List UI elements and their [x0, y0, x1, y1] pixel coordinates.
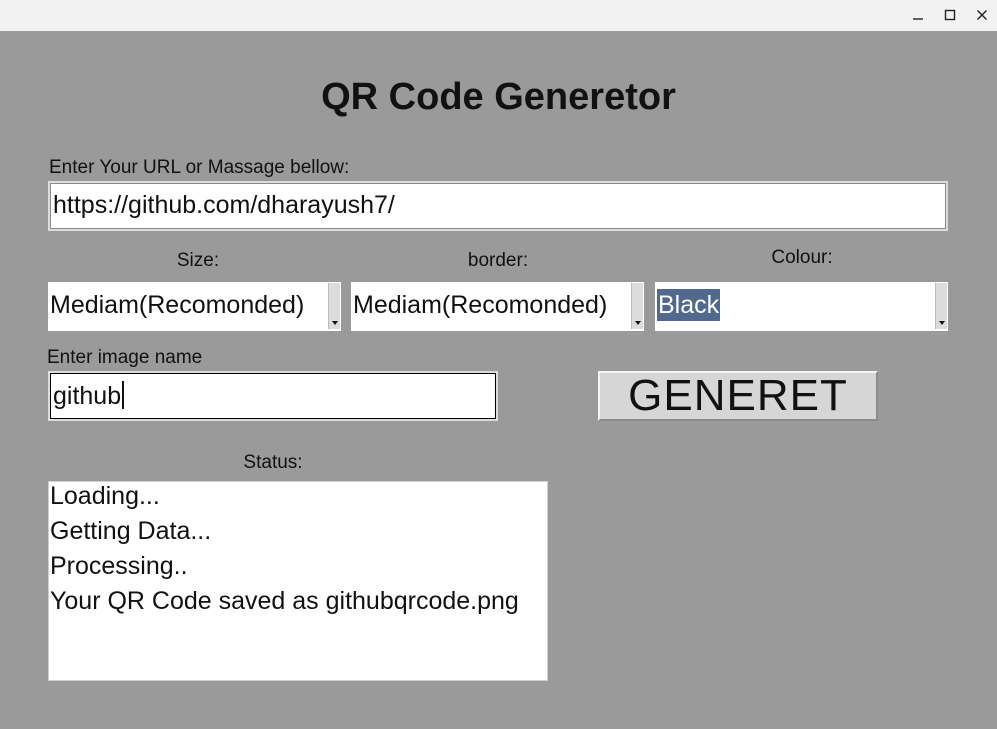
page-title: QR Code Generetor — [321, 76, 676, 118]
chevron-down-icon — [332, 321, 338, 325]
generate-button[interactable]: GENERET — [598, 371, 878, 421]
app-window: QR Code Generetor Enter Your URL or Mass… — [0, 0, 997, 729]
title-bar — [0, 0, 997, 31]
size-label: Size: — [176, 250, 220, 271]
chevron-down-icon — [635, 321, 641, 325]
colour-select-dropdown-button[interactable] — [935, 283, 947, 329]
colour-label: Colour: — [771, 247, 833, 268]
image-name-input[interactable]: github — [48, 371, 498, 421]
border-label: border: — [467, 250, 529, 271]
size-select-dropdown-button[interactable] — [328, 283, 340, 329]
colour-select-value: Black — [657, 289, 721, 321]
maximize-icon[interactable] — [938, 4, 962, 26]
status-line: Processing.. — [50, 552, 188, 580]
url-input[interactable]: https://github.com/dharayush7/ — [48, 181, 948, 231]
text-cursor — [122, 381, 125, 409]
image-name-label: Enter image name — [47, 347, 203, 368]
colour-select[interactable]: Black — [655, 282, 948, 331]
chevron-down-icon — [939, 321, 945, 325]
border-select[interactable]: Mediam(Recomonded) — [351, 282, 644, 331]
status-line: Your QR Code saved as githubqrcode.png — [50, 587, 519, 615]
minimize-icon[interactable] — [906, 4, 930, 26]
size-select[interactable]: Mediam(Recomonded) — [48, 282, 341, 331]
border-select-value: Mediam(Recomonded) — [353, 291, 608, 319]
close-icon[interactable] — [970, 4, 994, 26]
border-select-dropdown-button[interactable] — [631, 283, 643, 329]
url-field-label: Enter Your URL or Massage bellow: — [49, 157, 350, 178]
size-select-value: Mediam(Recomonded) — [50, 291, 305, 319]
status-line: Getting Data... — [50, 517, 212, 545]
status-output[interactable]: Loading... Getting Data... Processing.. … — [48, 481, 548, 681]
status-label: Status: — [243, 452, 303, 473]
image-name-input-value: github — [53, 382, 122, 410]
status-line: Loading... — [50, 482, 160, 510]
url-input-value: https://github.com/dharayush7/ — [53, 191, 395, 219]
